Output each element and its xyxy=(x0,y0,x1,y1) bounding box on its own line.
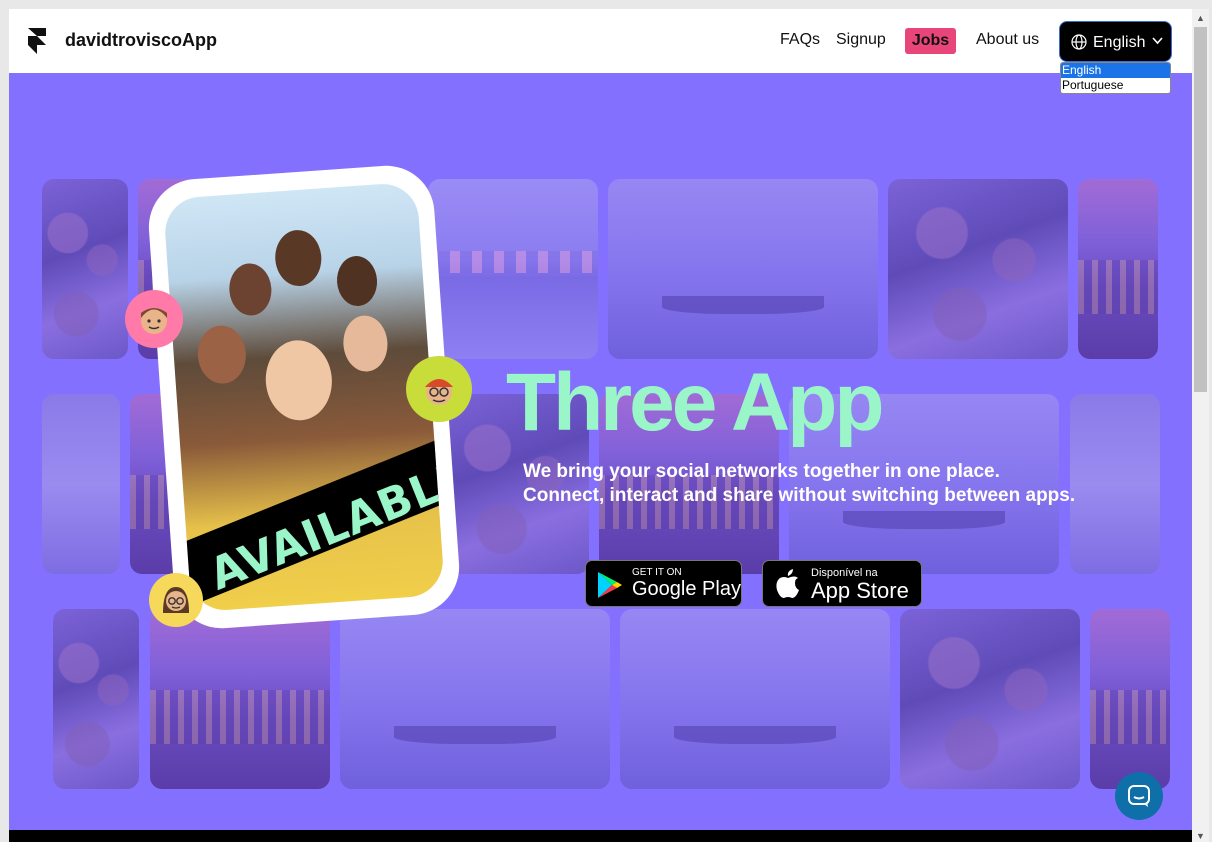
bg-tile-face xyxy=(42,394,120,574)
nav-signup[interactable]: Signup xyxy=(836,31,886,49)
language-option-portuguese[interactable]: Portuguese xyxy=(1061,78,1170,93)
hero-title: Three App xyxy=(506,357,884,448)
bg-tile-boats xyxy=(608,179,878,359)
bg-tile-kids xyxy=(42,179,128,359)
language-option-english[interactable]: English xyxy=(1061,63,1170,78)
bg-tile-boats xyxy=(340,609,610,789)
footer-bar xyxy=(9,830,1192,842)
bg-tile-city xyxy=(1090,609,1170,789)
page-viewport: AVAILABLE Three App We bring your social… xyxy=(9,9,1192,842)
brand-name[interactable]: davidtroviscoApp xyxy=(65,30,217,51)
nav-faqs[interactable]: FAQs xyxy=(780,31,820,49)
page-scrollbar[interactable]: ▲ ▼ xyxy=(1192,9,1209,842)
globe-icon xyxy=(1071,34,1087,50)
framer-logo-icon[interactable] xyxy=(28,28,46,54)
nav-about-us[interactable]: About us xyxy=(976,31,1039,49)
hero-subtitle: We bring your social networks together i… xyxy=(523,460,1075,508)
bg-tile-kids xyxy=(53,609,139,789)
bg-tile-kids xyxy=(900,609,1080,789)
google-play-button[interactable]: GET IT ON Google Play xyxy=(585,560,742,607)
scroll-down-arrow-icon[interactable]: ▼ xyxy=(1196,831,1205,841)
selfie-photo: AVAILABLE xyxy=(162,181,446,613)
bg-tile-kids xyxy=(888,179,1068,359)
language-dropdown: English Portuguese xyxy=(1060,62,1171,94)
avatar-woman-glasses xyxy=(149,573,203,627)
scroll-up-arrow-icon[interactable]: ▲ xyxy=(1196,13,1205,23)
avatar-boy xyxy=(125,290,183,348)
bg-tile-city xyxy=(150,609,330,789)
google-play-icon xyxy=(598,572,622,598)
bg-tile-city xyxy=(1078,179,1158,359)
apple-icon xyxy=(776,569,799,598)
scrollbar-thumb[interactable] xyxy=(1194,27,1207,392)
bg-tile-river xyxy=(428,179,598,359)
app-store-button[interactable]: Disponível na App Store xyxy=(762,560,922,607)
bg-tile-face xyxy=(1070,394,1160,574)
site-header: davidtroviscoApp FAQs Signup Jobs About … xyxy=(9,9,1192,73)
language-select[interactable]: English xyxy=(1059,21,1172,62)
chat-icon xyxy=(1128,785,1150,807)
google-play-small-label: GET IT ON xyxy=(632,567,682,578)
chat-launcher-button[interactable] xyxy=(1115,772,1163,820)
avatar-man-red-hat xyxy=(406,356,472,422)
bg-tile-boats xyxy=(620,609,890,789)
nav-jobs[interactable]: Jobs xyxy=(905,28,956,54)
hero-subtitle-line-1: We bring your social networks together i… xyxy=(523,461,1000,482)
google-play-label: Google Play xyxy=(632,578,741,600)
chevron-down-icon xyxy=(1152,37,1163,45)
language-current: English xyxy=(1093,34,1146,51)
app-store-label: App Store xyxy=(811,578,909,603)
hero-subtitle-line-2: Connect, interact and share without swit… xyxy=(523,485,1076,506)
